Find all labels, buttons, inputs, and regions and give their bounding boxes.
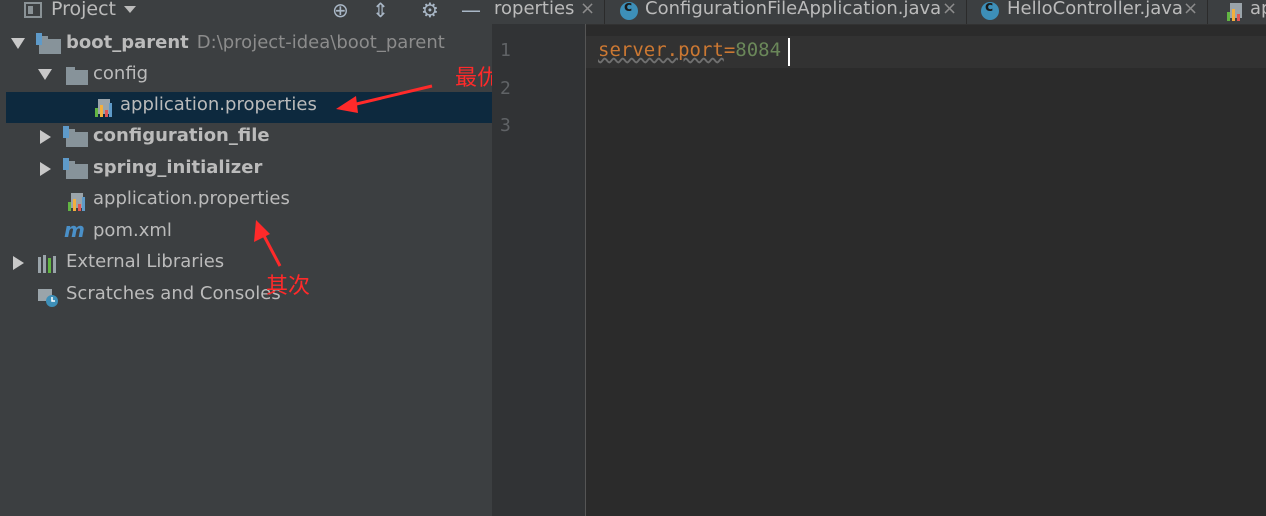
text-cursor — [788, 38, 790, 66]
spring-class-icon — [620, 0, 638, 20]
properties-file-icon — [1227, 3, 1242, 21]
line-number: 3 — [500, 115, 511, 136]
tab-label: ConfigurationFileApplication.java — [645, 0, 942, 19]
tab-label: HelloController.java — [1007, 0, 1183, 19]
line-number: 1 — [500, 40, 511, 61]
line-number: 2 — [500, 78, 511, 99]
annotation-arrow-first — [336, 84, 433, 113]
tab-configuration-file-application[interactable]: ConfigurationFileApplication.java × — [605, 0, 967, 24]
tab-application-properties-2[interactable]: ap — [1208, 0, 1266, 24]
editor-tab-bar: roperties × ConfigurationFileApplication… — [492, 0, 1266, 25]
tab-label: roperties — [494, 0, 575, 19]
class-icon — [981, 0, 999, 20]
close-icon[interactable]: × — [580, 0, 595, 19]
close-icon[interactable]: × — [942, 0, 957, 19]
tab-application-properties[interactable]: roperties × — [492, 0, 605, 24]
tab-hello-controller[interactable]: HelloController.java × — [967, 0, 1208, 24]
tab-label: ap — [1250, 0, 1266, 19]
close-icon[interactable]: × — [1183, 0, 1198, 19]
code-key: server.port — [598, 39, 724, 61]
code-value: 8084 — [735, 39, 782, 61]
annotation-arrow-second — [254, 220, 282, 267]
code-equals: = — [723, 39, 736, 61]
code-line-1[interactable]: server.port=8084 — [598, 39, 781, 61]
annotation-arrows — [254, 84, 433, 267]
